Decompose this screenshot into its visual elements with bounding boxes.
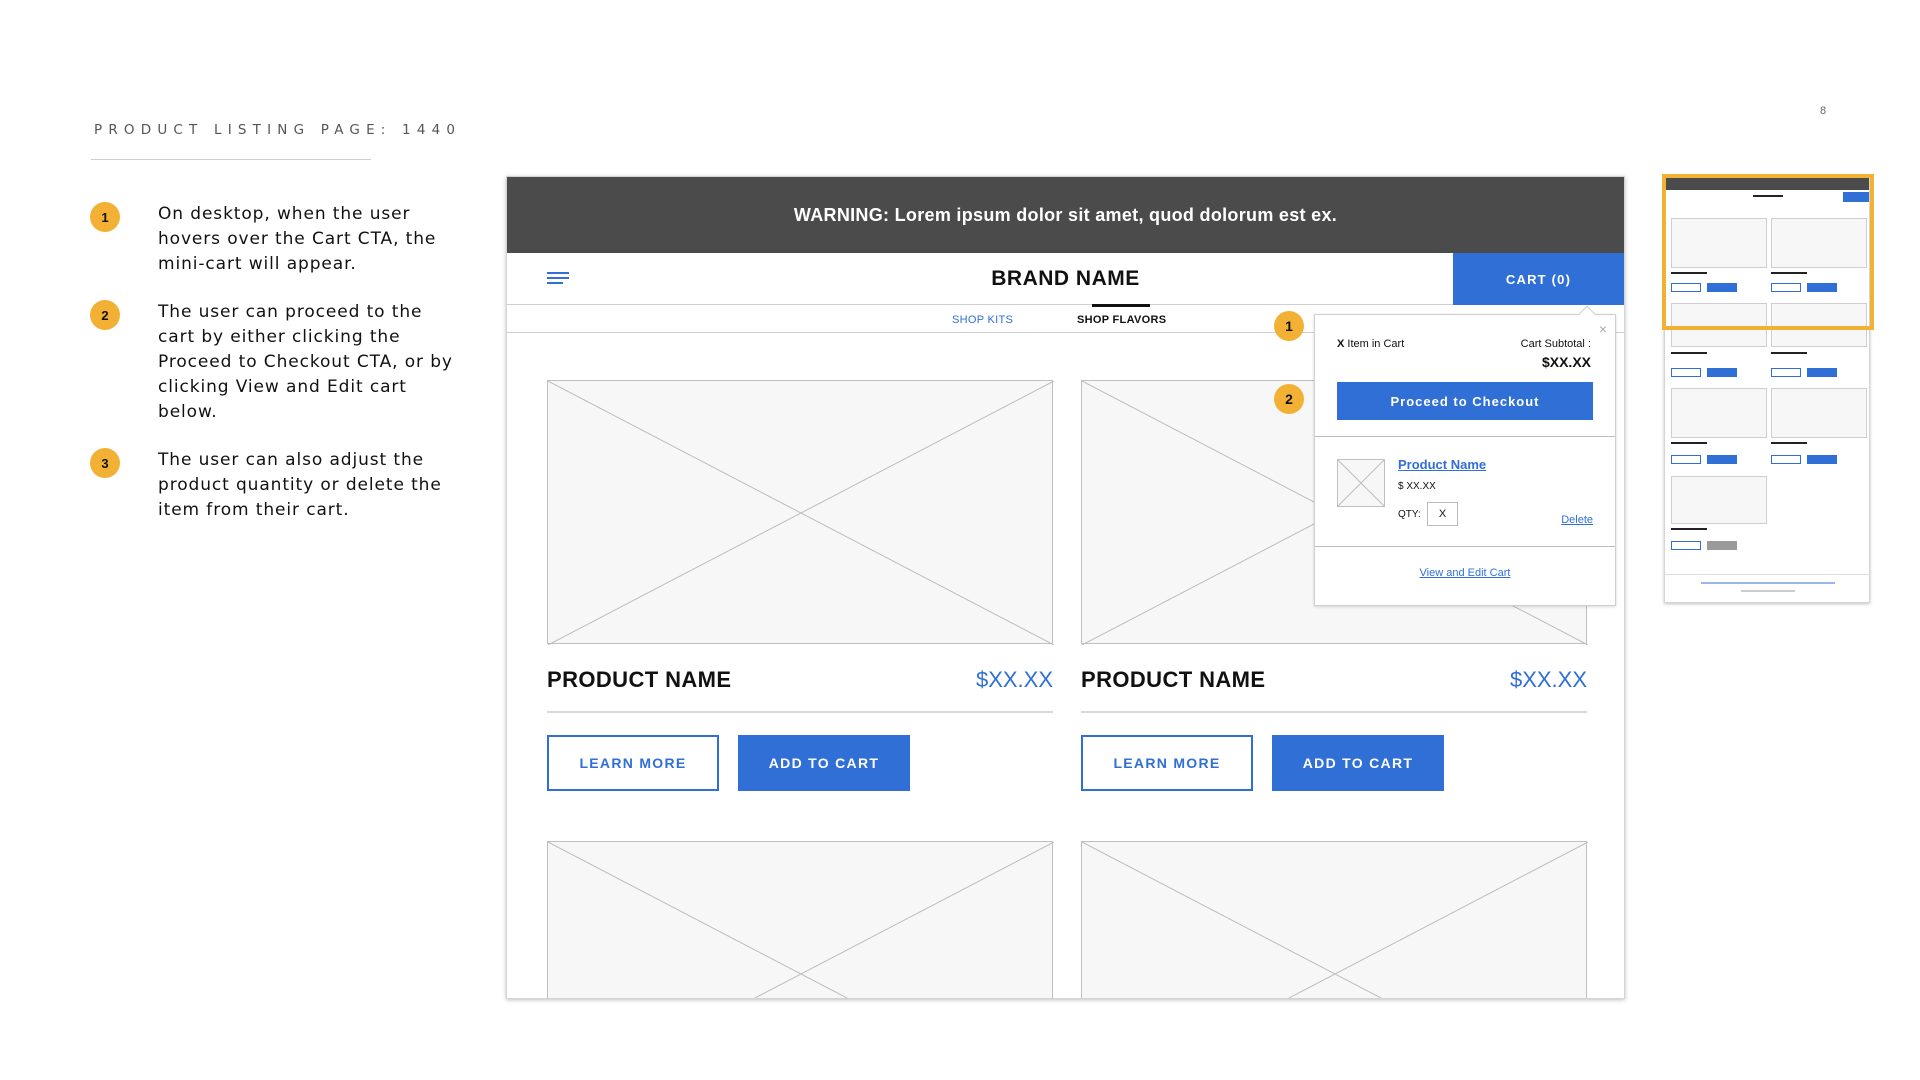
thumb-button [1671, 368, 1701, 377]
thumb-button [1771, 455, 1801, 464]
product-price: $XX.XX [1509, 667, 1587, 692]
thumb-button [1807, 368, 1837, 377]
cart-subtotal-value: $XX.XX [1541, 354, 1591, 370]
note-text: On desktop, when the user hovers over th… [158, 204, 437, 274]
thumb-image [1771, 388, 1867, 438]
thumb-button [1707, 455, 1737, 464]
thumb-button [1707, 368, 1737, 377]
slide-title: PRODUCT LISTING PAGE: 1440 [94, 122, 462, 138]
divider [547, 711, 1053, 713]
thumb-button [1807, 455, 1837, 464]
thumb-button [1671, 455, 1701, 464]
note-text: The user can proceed to the cart by eith… [158, 302, 453, 422]
cart-item-count: X Item in Cart [1337, 338, 1404, 350]
thumb-button [1707, 541, 1737, 550]
mini-cart-popover: × X Item in Cart Cart Subtotal : $XX.XX … [1314, 305, 1616, 606]
thumb-footer-links [1701, 582, 1835, 584]
add-to-cart-button[interactable]: ADD TO CART [1272, 735, 1444, 791]
divider [1315, 546, 1615, 547]
proceed-to-checkout-button[interactable]: Proceed to Checkout [1337, 382, 1593, 420]
cart-button[interactable]: CART (0) [1453, 253, 1624, 305]
page-number: 8 [1820, 105, 1827, 117]
thumb-button [1771, 368, 1801, 377]
close-icon[interactable]: × [1599, 321, 1607, 337]
item-count-label: Item in Cart [1344, 338, 1405, 350]
product-image-placeholder[interactable] [547, 841, 1054, 998]
thumb-footer-copyright [1741, 590, 1795, 592]
title-rule [91, 159, 371, 160]
delete-item-link[interactable]: Delete [1561, 514, 1593, 526]
product-name[interactable]: PRODUCT NAME [547, 667, 731, 693]
product-price: $XX.XX [975, 667, 1053, 692]
divider [1081, 711, 1587, 713]
thumb-footer-rule [1665, 574, 1869, 575]
warning-banner: WARNING: Lorem ipsum dolor sit amet, quo… [507, 177, 1624, 253]
thumb-image [1671, 476, 1767, 524]
learn-more-button[interactable]: LEARN MORE [1081, 735, 1253, 791]
cart-item-product-link[interactable]: Product Name [1398, 457, 1486, 472]
thumb-text [1771, 352, 1807, 354]
quantity-label: QTY: [1398, 509, 1421, 520]
note-number-badge: 3 [90, 448, 120, 478]
thumb-image [1671, 388, 1767, 438]
site-header: BRAND NAME CART (0) [507, 253, 1624, 305]
nav-shop-flavors[interactable]: SHOP FLAVORS [1077, 314, 1166, 326]
callout-marker-2: 2 [1274, 384, 1304, 414]
divider [1315, 436, 1615, 437]
thumb-button [1671, 541, 1701, 550]
thumb-text [1671, 528, 1707, 530]
view-and-edit-cart-link[interactable]: View and Edit Cart [1315, 567, 1615, 579]
thumb-text [1671, 442, 1707, 444]
learn-more-button[interactable]: LEARN MORE [547, 735, 719, 791]
note-text: The user can also adjust the product qua… [158, 450, 442, 520]
cart-subtotal-label: Cart Subtotal : [1520, 338, 1591, 350]
active-nav-indicator [1092, 304, 1150, 307]
cart-item-price: $ XX.XX [1398, 481, 1436, 492]
note-number-badge: 1 [90, 202, 120, 232]
cart-item-image-placeholder [1337, 459, 1385, 507]
product-name[interactable]: PRODUCT NAME [1081, 667, 1265, 693]
product-image-placeholder[interactable] [547, 380, 1054, 645]
add-to-cart-button[interactable]: ADD TO CART [738, 735, 910, 791]
quantity-input[interactable]: X [1427, 502, 1458, 526]
nav-shop-kits[interactable]: SHOP KITS [952, 314, 1013, 326]
product-image-placeholder[interactable] [1081, 841, 1588, 998]
thumbnail-highlight-frame [1662, 174, 1874, 330]
note-number-badge: 2 [90, 300, 120, 330]
callout-marker-1: 1 [1274, 311, 1304, 341]
thumb-text [1771, 442, 1807, 444]
thumb-text [1671, 352, 1707, 354]
